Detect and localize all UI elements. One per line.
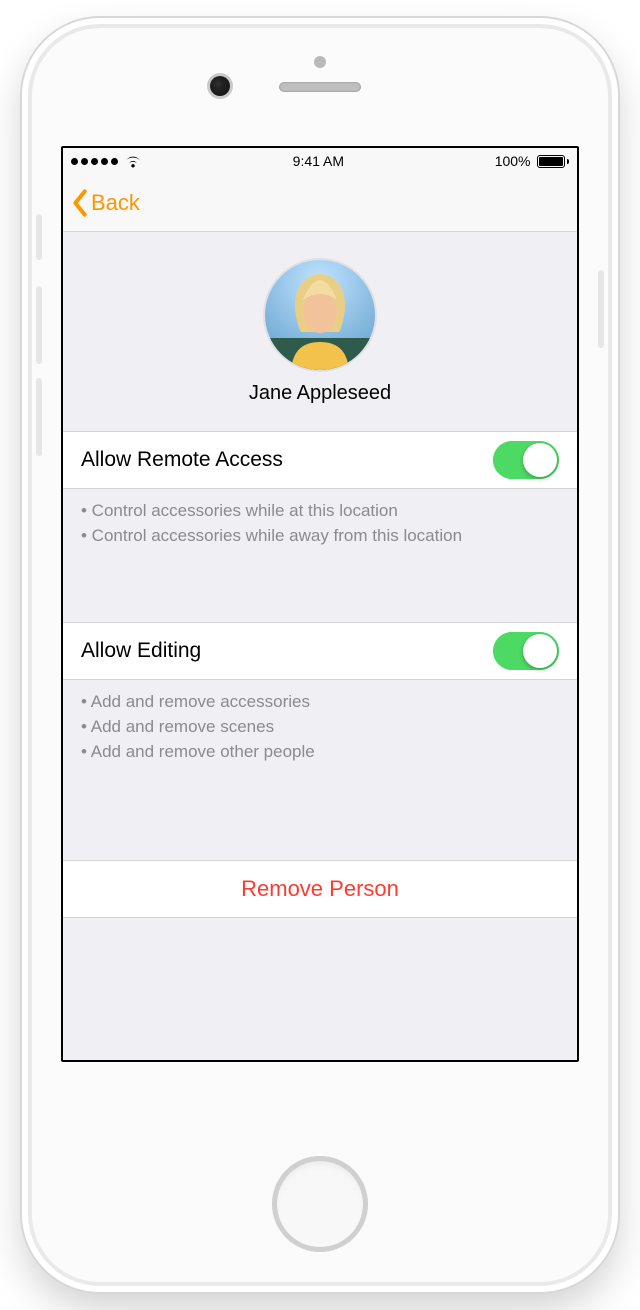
mute-switch [36,214,42,260]
allow-editing-row: Allow Editing [63,622,577,680]
allow-editing-toggle[interactable] [493,632,559,670]
person-name: Jane Appleseed [63,382,577,405]
footer-line: • Control accessories while away from th… [81,524,559,549]
home-button [272,1156,368,1252]
status-bar: 9:41 AM 100% [63,148,577,174]
battery-icon [537,155,570,168]
volume-down-btn [36,378,42,456]
footer-line: • Control accessories while at this loca… [81,499,559,524]
back-button[interactable]: Back [71,189,140,217]
screen: 9:41 AM 100% Back [61,146,579,1062]
volume-up-btn [36,286,42,364]
allow-remote-access-row: Allow Remote Access [63,431,577,489]
allow-remote-access-footer: • Control accessories while at this loca… [63,489,577,548]
allow-remote-access-toggle[interactable] [493,441,559,479]
remove-person-button[interactable]: Remove Person [63,860,577,918]
wifi-icon [124,155,142,168]
back-label: Back [91,190,140,216]
battery-percentage: 100% [495,153,531,169]
profile-header: Jane Appleseed [63,232,577,431]
device-frame: 9:41 AM 100% Back [22,18,618,1292]
status-time: 9:41 AM [293,153,344,169]
footer-line: • Add and remove accessories [81,690,559,715]
remove-person-label: Remove Person [241,876,399,902]
speaker [279,82,361,92]
allow-editing-label: Allow Editing [81,639,201,663]
allow-remote-access-label: Allow Remote Access [81,448,283,472]
nav-bar: Back [63,174,577,232]
power-button [598,270,604,348]
sensor [314,56,326,68]
signal-dots-icon [71,158,118,165]
avatar [265,260,375,370]
footer-line: • Add and remove scenes [81,715,559,740]
chevron-left-icon [71,189,89,217]
footer-line: • Add and remove other people [81,740,559,765]
front-camera [210,76,230,96]
allow-editing-footer: • Add and remove accessories • Add and r… [63,680,577,764]
